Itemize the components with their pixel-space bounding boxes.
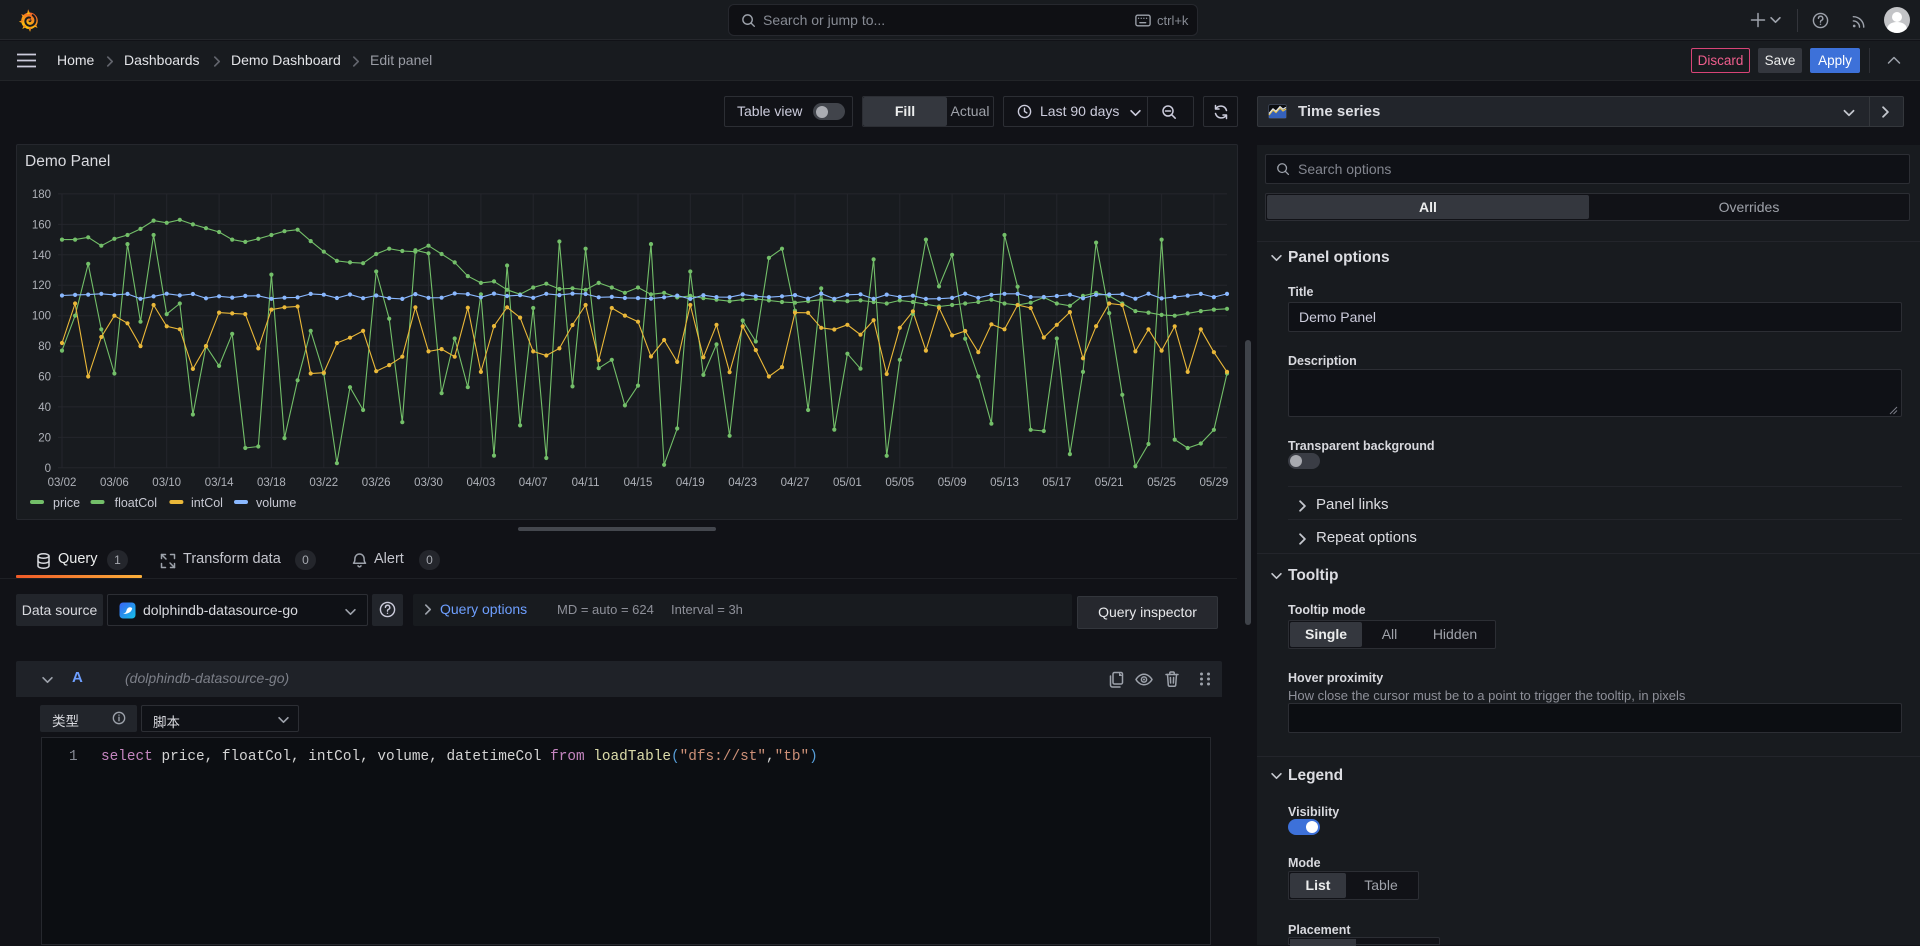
svg-text:04/27: 04/27 — [781, 477, 810, 489]
svg-text:03/14: 03/14 — [205, 477, 234, 489]
svg-text:03/06: 03/06 — [100, 477, 129, 489]
svg-text:price: price — [53, 496, 80, 510]
svg-text:80: 80 — [38, 341, 51, 353]
svg-text:03/30: 03/30 — [414, 477, 443, 489]
svg-text:floatCol: floatCol — [115, 496, 157, 510]
svg-text:04/07: 04/07 — [519, 477, 548, 489]
svg-text:03/02: 03/02 — [48, 477, 77, 489]
svg-text:120: 120 — [32, 280, 51, 292]
svg-text:intCol: intCol — [191, 496, 223, 510]
svg-text:05/09: 05/09 — [938, 477, 967, 489]
svg-text:04/11: 04/11 — [572, 477, 600, 489]
svg-text:volume: volume — [256, 496, 296, 510]
svg-text:03/22: 03/22 — [309, 477, 338, 489]
svg-text:03/18: 03/18 — [257, 477, 286, 489]
svg-text:03/10: 03/10 — [152, 477, 181, 489]
svg-text:0: 0 — [45, 463, 51, 475]
svg-text:05/29: 05/29 — [1200, 477, 1229, 489]
svg-text:100: 100 — [32, 311, 51, 323]
svg-text:180: 180 — [32, 189, 51, 201]
svg-text:20: 20 — [38, 432, 51, 444]
svg-text:60: 60 — [38, 372, 51, 384]
svg-text:04/15: 04/15 — [624, 477, 653, 489]
svg-text:05/13: 05/13 — [990, 477, 1019, 489]
svg-text:140: 140 — [32, 250, 51, 262]
svg-text:04/19: 04/19 — [676, 477, 705, 489]
svg-text:05/17: 05/17 — [1042, 477, 1071, 489]
svg-text:05/21: 05/21 — [1095, 477, 1124, 489]
svg-text:04/23: 04/23 — [728, 477, 757, 489]
svg-text:03/26: 03/26 — [362, 477, 391, 489]
svg-text:05/05: 05/05 — [885, 477, 914, 489]
svg-text:04/03: 04/03 — [467, 477, 496, 489]
svg-text:40: 40 — [38, 402, 51, 414]
svg-text:05/25: 05/25 — [1147, 477, 1176, 489]
svg-text:160: 160 — [32, 219, 51, 231]
svg-text:05/01: 05/01 — [833, 477, 862, 489]
